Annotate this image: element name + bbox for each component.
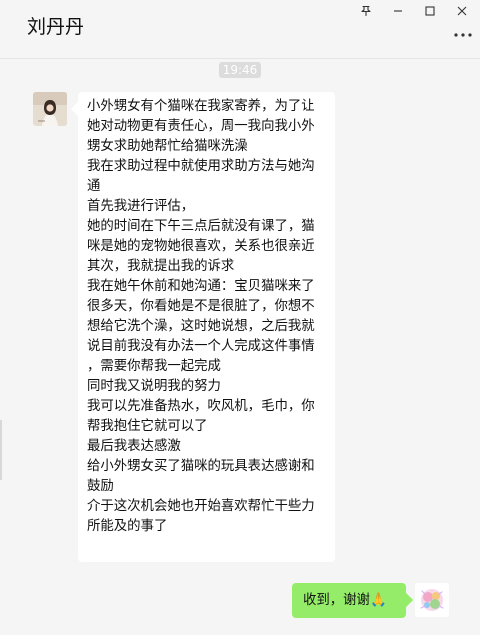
message-line: 咪是她的宠物她很喜欢，关系也很亲近	[87, 239, 315, 254]
outgoing-message-text: 收到，谢谢🙏	[303, 592, 387, 608]
maximize-icon[interactable]	[414, 0, 446, 22]
pin-icon[interactable]	[350, 0, 382, 22]
message-timestamp: 19:46	[219, 62, 261, 78]
message-line: 甥女求助她帮忙给猫咪洗澡	[87, 139, 248, 154]
outgoing-message-bubble[interactable]: 收到，谢谢🙏	[292, 583, 406, 618]
message-line: ，需要你帮我一起完成	[87, 359, 221, 374]
message-line: 想给它洗个澡，这时她说想，之后我就	[87, 319, 315, 334]
message-line: 同时我又说明我的努力	[87, 379, 221, 394]
message-line: 最后我表达感激	[87, 439, 181, 454]
message-line: 说目前我没有办法一个人完成这件事情	[87, 339, 315, 354]
close-icon[interactable]	[446, 0, 478, 22]
message-line: 我在她午休前和她沟通：宝贝猫咪来了	[87, 279, 315, 294]
message-line: 所能及的事了	[87, 519, 168, 534]
title-bar: 刘丹丹	[0, 0, 480, 59]
message-line: 我在求助过程中就使用求助方法与她沟	[87, 159, 315, 174]
message-line: 鼓励	[87, 479, 114, 494]
message-line: 帮我抱住它就可以了	[87, 419, 208, 434]
message-line: 给小外甥女买了猫咪的玩具表达感谢和	[87, 459, 315, 474]
incoming-message-bubble[interactable]: 小外甥女有个猫咪在我家寄养，为了让 她对动物更有责任心，周一我向我小外 甥女求助…	[78, 92, 335, 562]
message-line: 我可以先准备热水，吹风机，毛巾，你	[87, 399, 315, 414]
message-line: 介于这次机会她也开始喜欢帮忙干些力	[87, 499, 315, 514]
message-line: 很多天，你看她是不是很脏了，你想不	[87, 299, 315, 314]
left-edge-scroll-indicator	[0, 420, 2, 480]
self-avatar[interactable]	[415, 583, 449, 617]
chat-window: 刘丹丹 19:46 小外甥女有个猫咪在我家寄养，为了让 她对动物更有责任心，周一…	[0, 0, 480, 635]
message-line: 她对动物更有责任心，周一我向我小外	[87, 119, 315, 134]
chat-title: 刘丹丹	[27, 16, 85, 38]
more-icon[interactable]	[448, 25, 478, 45]
message-line: 其次，我就提出我的诉求	[87, 259, 235, 274]
message-line: 首先我进行评估，	[87, 199, 195, 214]
message-line: 小外甥女有个猫咪在我家寄养，为了让	[87, 99, 315, 114]
contact-avatar[interactable]	[33, 92, 67, 126]
message-line: 通	[87, 179, 101, 194]
message-line: 她的时间在下午三点后就没有课了，猫	[87, 219, 315, 234]
minimize-icon[interactable]	[382, 0, 414, 22]
